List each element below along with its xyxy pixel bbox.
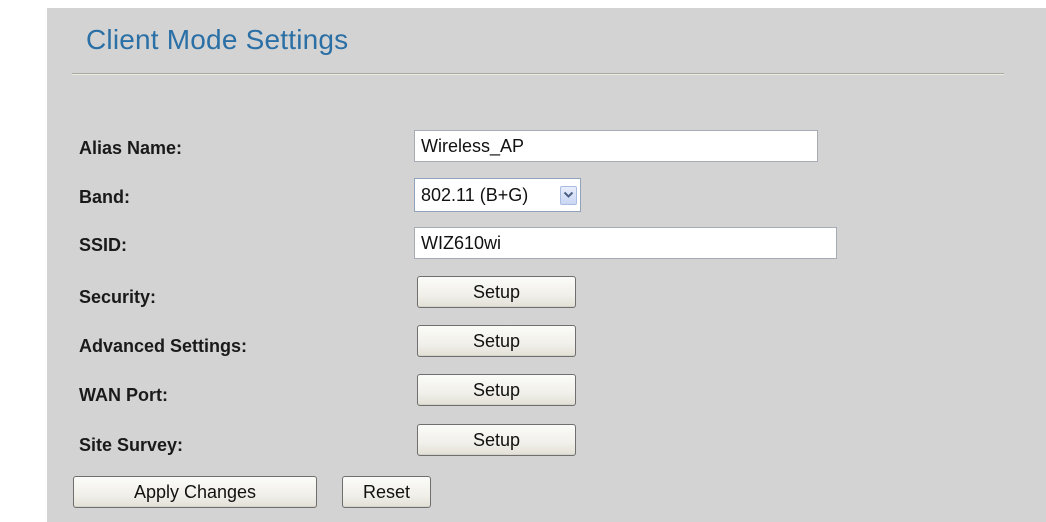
- advanced-settings-setup-button[interactable]: Setup: [417, 325, 576, 357]
- site-survey-label: Site Survey:: [79, 435, 184, 455]
- alias-name-input[interactable]: [414, 130, 818, 162]
- wan-port-setup-button[interactable]: Setup: [417, 374, 576, 406]
- wan-port-label: WAN Port:: [79, 385, 168, 405]
- band-select[interactable]: 802.11 (B+G): [414, 178, 581, 212]
- page-title: Client Mode Settings: [86, 24, 349, 55]
- alias-name-label: Alias Name:: [79, 138, 183, 158]
- site-survey-setup-button[interactable]: Setup: [417, 424, 576, 456]
- apply-changes-button[interactable]: Apply Changes: [73, 476, 317, 508]
- band-selected-value: 802.11 (B+G): [421, 184, 529, 205]
- ssid-input[interactable]: [414, 227, 837, 259]
- title-divider: [72, 73, 1004, 75]
- reset-button[interactable]: Reset: [342, 476, 431, 508]
- security-label: Security:: [79, 287, 157, 307]
- security-setup-button[interactable]: Setup: [417, 276, 576, 308]
- chevron-down-icon[interactable]: [560, 185, 577, 205]
- advanced-settings-label: Advanced Settings:: [79, 336, 248, 356]
- ssid-label: SSID:: [79, 235, 128, 255]
- band-label: Band:: [79, 187, 130, 207]
